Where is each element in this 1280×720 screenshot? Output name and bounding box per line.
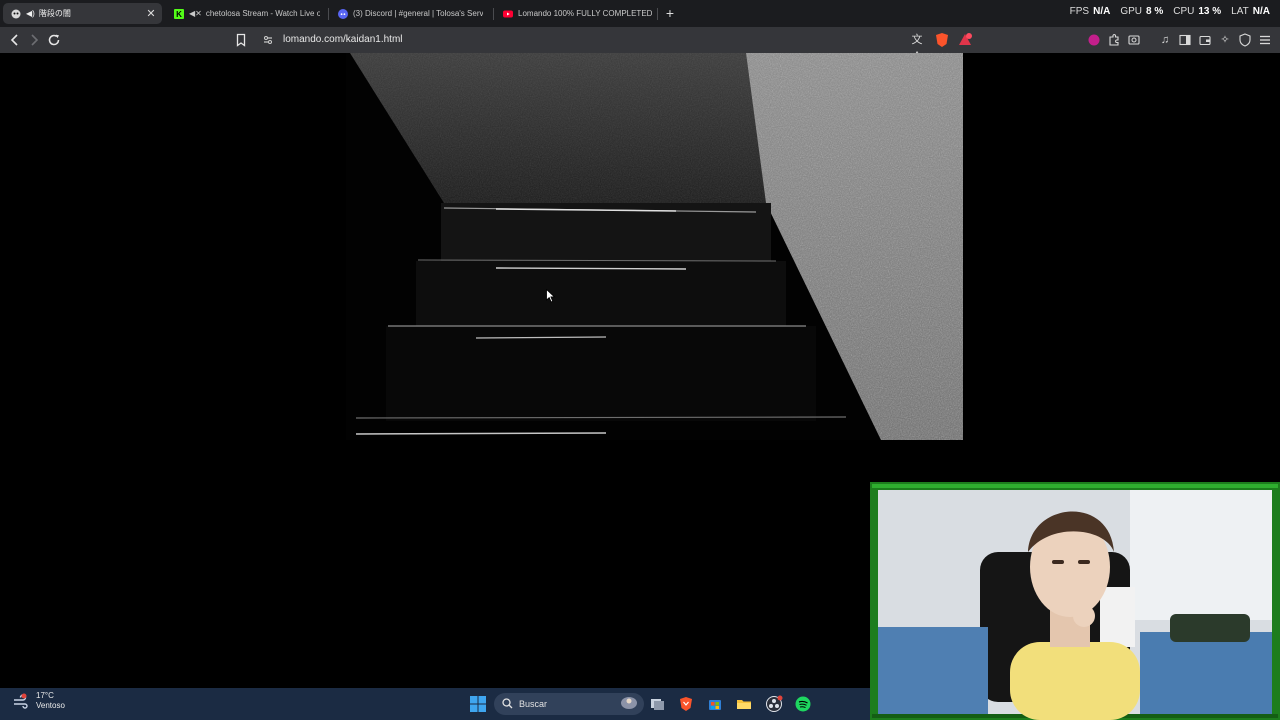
brave-shields-icon[interactable] [934, 32, 950, 48]
tab-youtube[interactable]: Lomando 100% FULLY COMPLETED S [495, 3, 655, 24]
mouse-cursor-icon [546, 289, 556, 303]
tab-title: (3) Discord | #general | Tolosa's Serv [353, 9, 484, 18]
stat-gpu: GPU 8 % [1120, 6, 1164, 17]
webcam-overlay [870, 482, 1280, 720]
brave-browser-icon[interactable] [676, 694, 696, 714]
media-controls-icon[interactable]: ♫ [1157, 32, 1173, 48]
tab-separator [493, 8, 494, 20]
file-explorer-icon[interactable] [734, 694, 754, 714]
tab-kaidan[interactable]: ◀) 階段の闇 ✕ [3, 3, 162, 24]
wallet-icon[interactable] [1197, 32, 1213, 48]
back-button[interactable] [6, 31, 24, 49]
windows-taskbar: 17°C Ventoso Buscar [0, 688, 870, 720]
reload-button[interactable] [45, 31, 63, 49]
stat-lat: LAT N/A [1231, 6, 1270, 17]
tab-title: Lomando 100% FULLY COMPLETED S [518, 9, 655, 18]
screenshot-icon[interactable] [1126, 32, 1142, 48]
bookmark-button[interactable] [232, 31, 250, 49]
close-tab-icon[interactable]: ✕ [144, 6, 158, 20]
taskbar-search[interactable]: Buscar [494, 693, 644, 715]
svg-text:K: K [176, 10, 182, 19]
stat-fps: FPS N/A [1069, 6, 1111, 17]
search-icon [502, 697, 513, 711]
weather-temperature: 17°C [36, 691, 54, 700]
youtube-favicon-icon [503, 9, 513, 19]
forward-button[interactable] [25, 31, 43, 49]
tab-separator [657, 8, 658, 20]
extension-shield-icon[interactable] [1086, 32, 1102, 48]
weather-condition: Ventoso [36, 701, 65, 710]
leo-ai-icon[interactable]: ✧ [1217, 32, 1233, 48]
address-bar-url[interactable]: lomando.com/kaidan1.html [283, 34, 403, 45]
obs-studio-icon[interactable] [764, 694, 784, 714]
microsoft-store-icon[interactable] [705, 694, 725, 714]
weather-widget[interactable]: 17°C Ventoso [12, 691, 65, 711]
task-view-icon[interactable] [647, 694, 667, 714]
tab-discord[interactable]: (3) Discord | #general | Tolosa's Serv [330, 3, 490, 24]
wind-weather-icon [14, 693, 28, 709]
tab-kick[interactable]: K ◀✕ chetolosa Stream - Watch Live on [166, 3, 320, 24]
start-button[interactable] [468, 694, 488, 714]
site-settings-icon[interactable] [259, 31, 277, 49]
sidebar-toggle-icon[interactable] [1177, 32, 1193, 48]
speaker-muted-icon[interactable]: ◀) [26, 9, 35, 18]
game-canvas[interactable] [346, 53, 963, 440]
ghost-favicon-icon [11, 9, 21, 19]
browser-toolbar: lomando.com/kaidan1.html 文A ♫ ✧ [0, 27, 1280, 62]
brave-rewards-icon[interactable] [957, 32, 973, 48]
tab-title: chetolosa Stream - Watch Live on [205, 9, 320, 18]
extensions-puzzle-icon[interactable] [1106, 32, 1122, 48]
vpn-shield-icon[interactable] [1237, 32, 1253, 48]
kick-favicon-icon: K [174, 8, 184, 19]
tab-strip: ◀) 階段の闇 ✕ K ◀✕ chetolosa Stream - Watch … [0, 0, 1280, 27]
search-highlight-icon [620, 696, 638, 712]
discord-favicon-icon [338, 8, 348, 19]
tab-title: 階段の闇 [38, 9, 71, 18]
tab-separator [328, 8, 329, 20]
new-tab-button[interactable]: + [662, 5, 678, 21]
performance-overlay: FPS N/A GPU 8 % CPU 13 % LAT N/A [1070, 6, 1270, 17]
stairwell-scene [350, 53, 963, 440]
speaker-muted-icon[interactable]: ◀✕ [189, 9, 202, 18]
stat-cpu: CPU 13 % [1173, 6, 1222, 17]
search-placeholder: Buscar [519, 699, 548, 709]
translate-icon[interactable]: 文A [909, 32, 925, 62]
menu-icon[interactable] [1257, 32, 1273, 48]
spotify-icon[interactable] [793, 694, 813, 714]
